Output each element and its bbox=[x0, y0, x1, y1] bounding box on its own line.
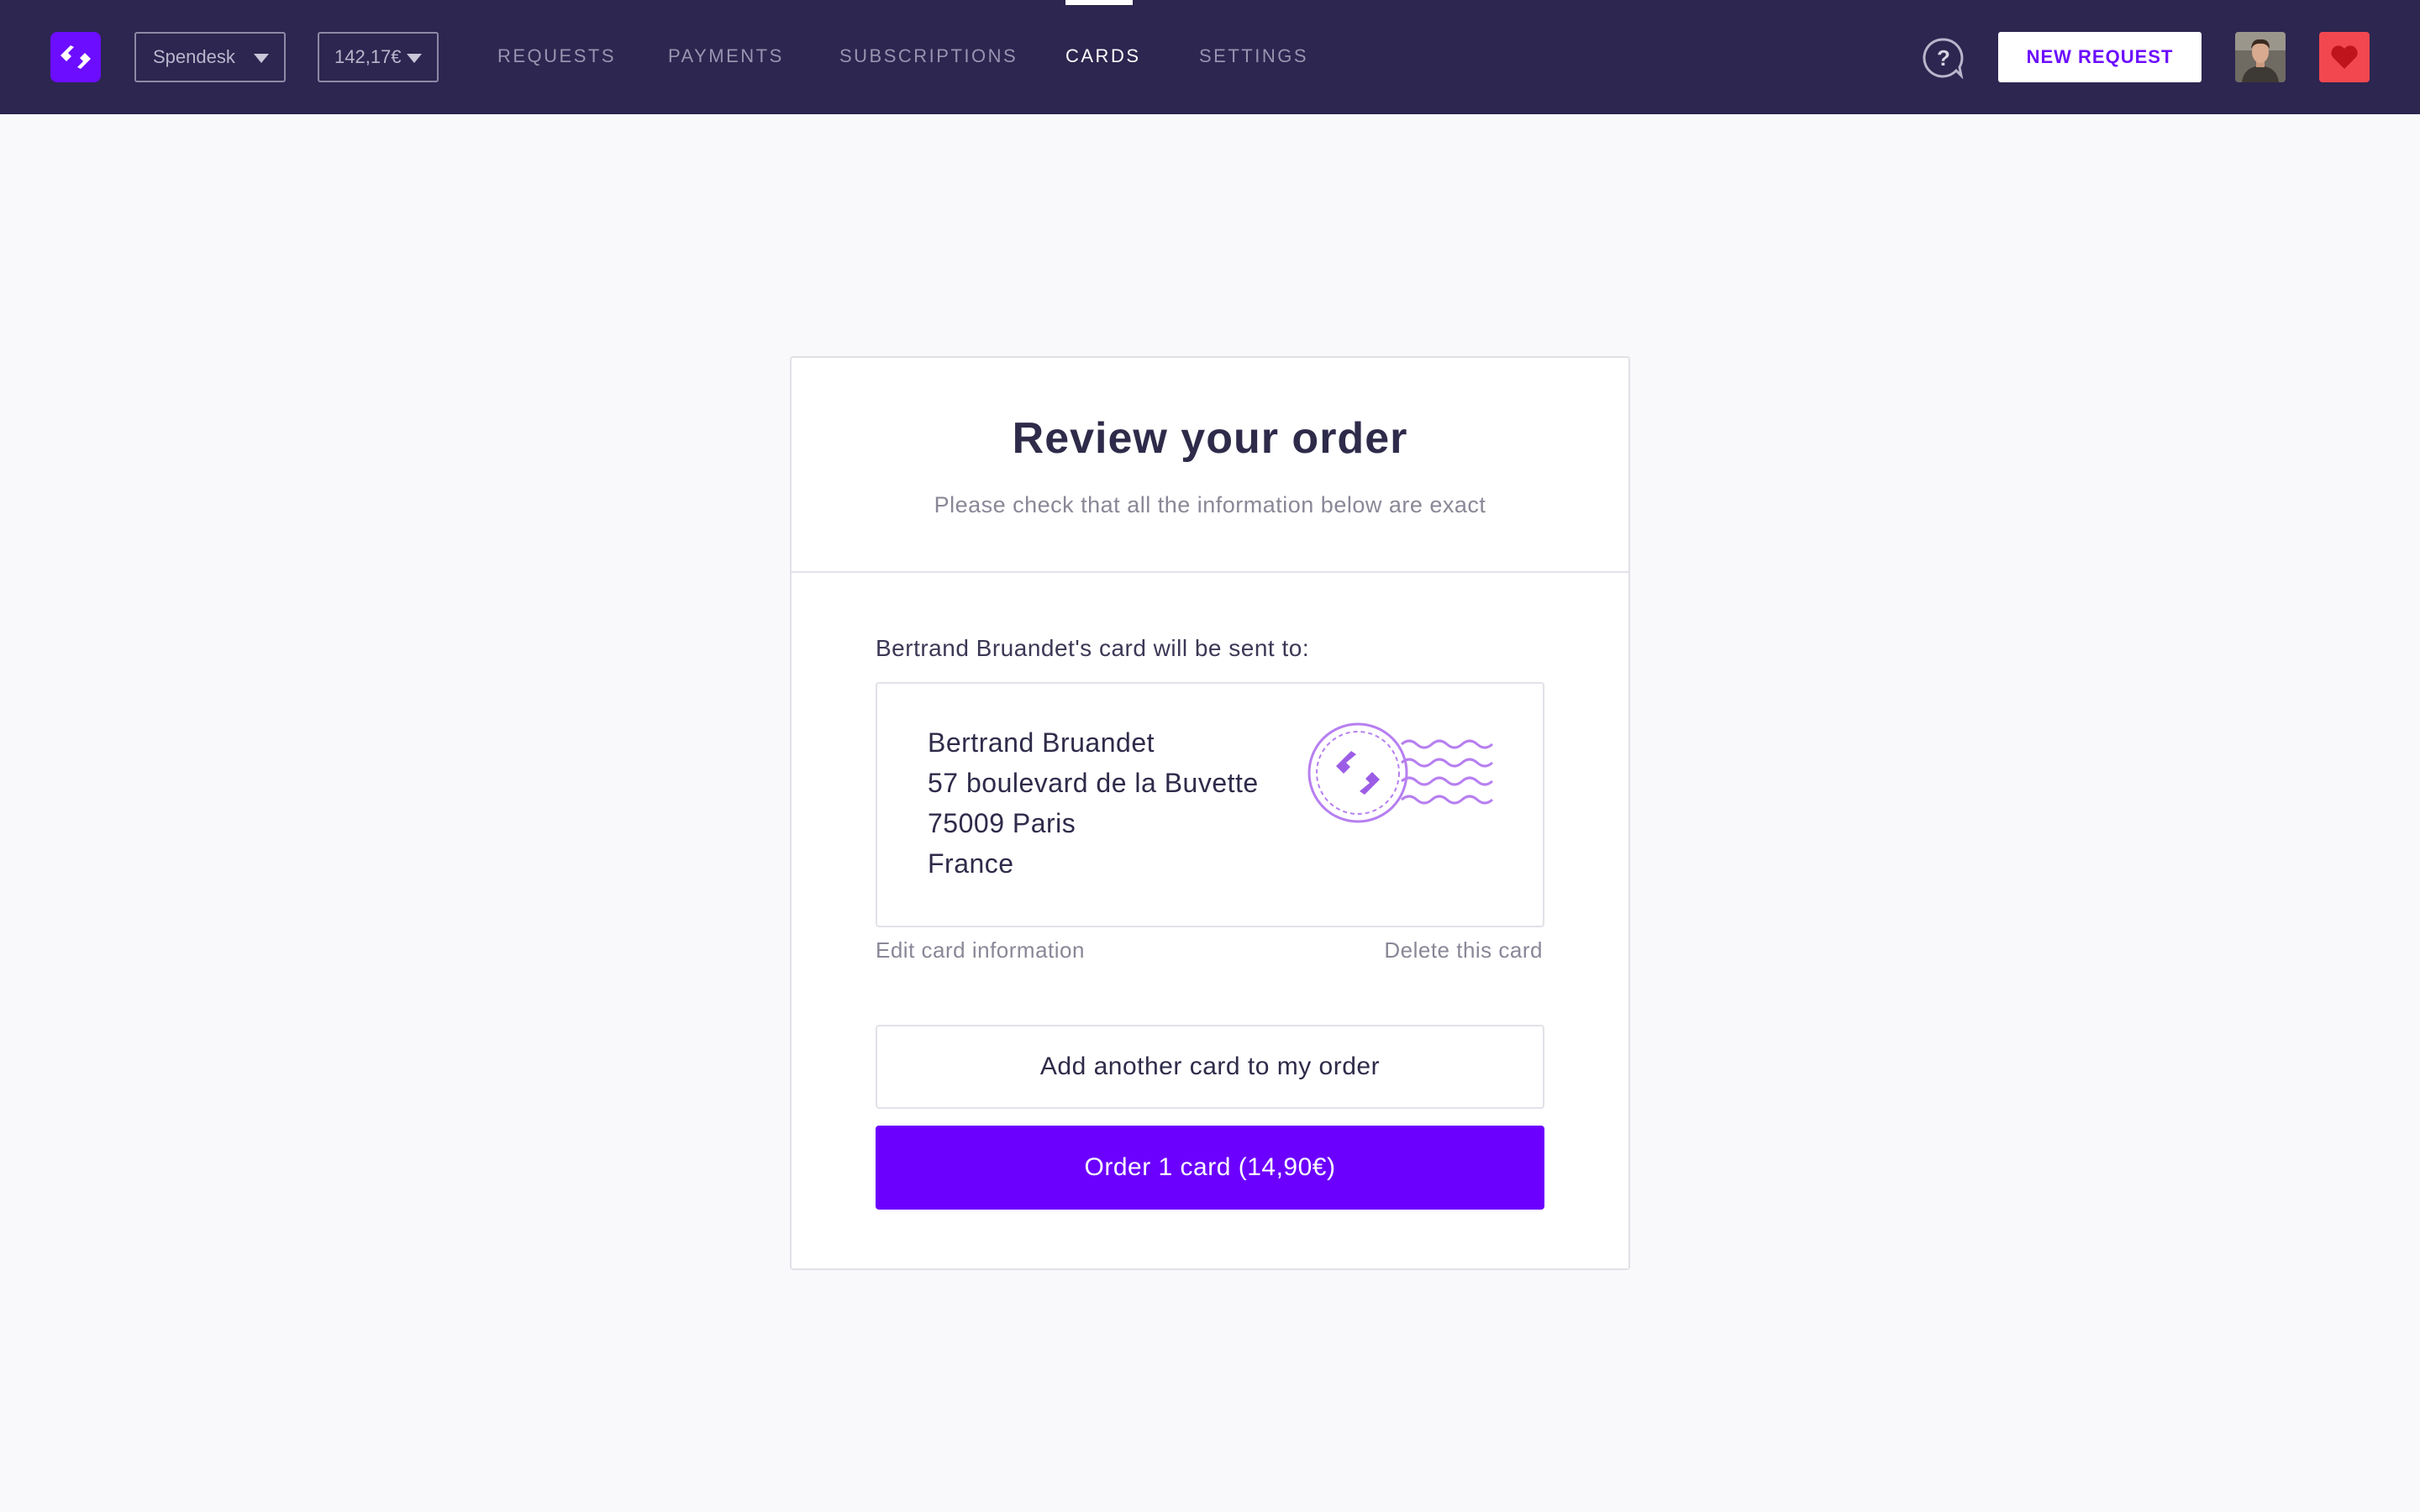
svg-text:?: ? bbox=[1937, 45, 1950, 71]
page-subtitle: Please check that all the information be… bbox=[934, 492, 1486, 517]
nav-settings[interactable]: SETTINGS bbox=[1199, 45, 1308, 67]
page-title: Review your order bbox=[1012, 414, 1408, 463]
order-card-button[interactable]: Order 1 card (14,90€) bbox=[876, 1126, 1544, 1210]
balance-select-value: 142,17€ bbox=[334, 46, 402, 67]
add-another-card-button[interactable]: Add another card to my order bbox=[876, 1025, 1544, 1109]
shipping-address-card: Bertrand Bruandet 57 boulevard de la Buv… bbox=[876, 682, 1544, 927]
avatar[interactable] bbox=[2235, 32, 2286, 82]
help-chat-icon[interactable]: ? bbox=[1923, 37, 1965, 80]
chevron-down-icon bbox=[407, 54, 422, 63]
heart-button[interactable] bbox=[2319, 32, 2370, 82]
nav-subscriptions[interactable]: SUBSCRIPTIONS bbox=[839, 45, 1018, 67]
address-name: Bertrand Bruandet bbox=[928, 727, 1155, 758]
edit-card-link[interactable]: Edit card information bbox=[876, 937, 1085, 963]
nav-cards[interactable]: CARDS bbox=[1065, 45, 1141, 67]
panel-header: Review your order Please check that all … bbox=[792, 358, 1628, 573]
company-select-value: Spendesk bbox=[153, 46, 235, 67]
top-navigation-bar: Spendesk 142,17€ REQUESTS PAYMENTS SUBSC… bbox=[0, 0, 2420, 114]
address-city: 75009 Paris bbox=[928, 808, 1076, 838]
company-select[interactable]: Spendesk bbox=[134, 32, 286, 82]
address-country: France bbox=[928, 848, 1014, 879]
spendesk-logo-icon[interactable] bbox=[50, 32, 101, 82]
delete-card-link[interactable]: Delete this card bbox=[1384, 937, 1543, 963]
balance-select[interactable]: 142,17€ bbox=[318, 32, 439, 82]
heart-icon bbox=[2331, 45, 2358, 69]
chevron-down-icon bbox=[254, 54, 269, 63]
address-street: 57 boulevard de la Buvette bbox=[928, 768, 1259, 798]
shipping-label: Bertrand Bruandet's card will be sent to… bbox=[876, 635, 1310, 661]
nav-payments[interactable]: PAYMENTS bbox=[668, 45, 784, 67]
active-tab-indicator bbox=[1065, 0, 1133, 5]
new-request-button[interactable]: NEW REQUEST bbox=[1998, 32, 2202, 82]
nav-requests[interactable]: REQUESTS bbox=[497, 45, 616, 67]
postmark-stamp-icon bbox=[1307, 722, 1493, 823]
review-order-panel: Review your order Please check that all … bbox=[790, 356, 1630, 1270]
